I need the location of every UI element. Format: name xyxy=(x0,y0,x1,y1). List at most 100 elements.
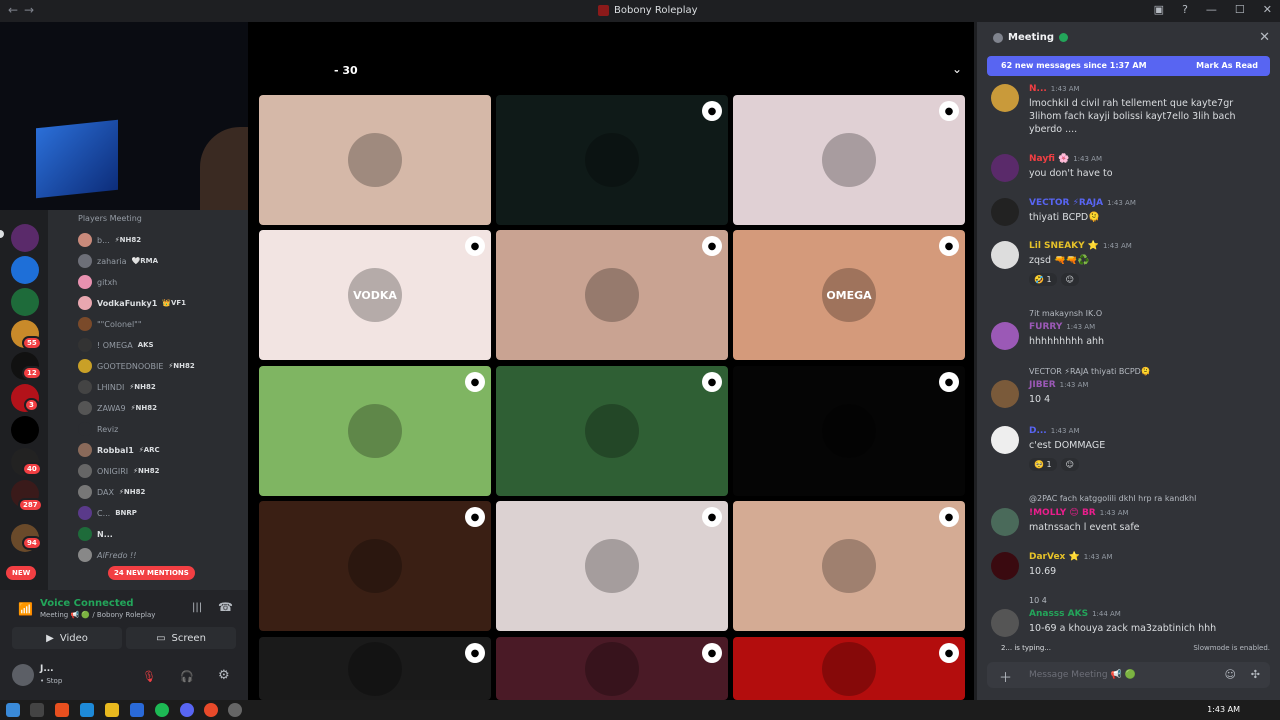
apps-icon[interactable]: ✣ xyxy=(1251,668,1260,681)
video-button[interactable]: ▶ Video xyxy=(12,627,122,649)
screen-icon: ▭ xyxy=(156,632,166,644)
participant-tile[interactable] xyxy=(259,95,491,225)
minimize-icon[interactable]: — xyxy=(1206,3,1217,16)
participant-tile[interactable]: ● VODKA xyxy=(259,230,491,360)
reply-preview[interactable]: VECTOR ⚡RAJA thiyati BCPD🫠 xyxy=(1029,367,1151,376)
voice-user[interactable]: ZAWA9 ⚡NH82 xyxy=(78,398,157,418)
new-mentions-pill[interactable]: 24 NEW MENTIONS xyxy=(108,566,195,580)
participant-tile[interactable]: ● xyxy=(733,501,965,631)
plus-icon[interactable]: ＋ xyxy=(999,667,1012,686)
camera-off-icon: ● xyxy=(702,372,722,392)
avatar[interactable] xyxy=(991,154,1019,182)
avatar[interactable] xyxy=(991,84,1019,112)
voice-channel-header[interactable]: Players Meeting xyxy=(78,214,142,223)
avatar[interactable] xyxy=(991,322,1019,350)
camera-off-icon: ● xyxy=(939,236,959,256)
avatar[interactable] xyxy=(991,609,1019,637)
server-icon[interactable] xyxy=(11,416,39,444)
app-icon[interactable] xyxy=(130,703,144,717)
inbox-icon[interactable]: ▣ xyxy=(1154,3,1164,16)
search-icon[interactable] xyxy=(30,703,44,717)
mark-as-read-button[interactable]: Mark As Read xyxy=(1196,61,1258,70)
spotify-icon[interactable] xyxy=(155,703,169,717)
voice-user[interactable]: LHINDI ⚡NH82 xyxy=(78,377,156,397)
avatar[interactable] xyxy=(991,380,1019,408)
voice-user[interactable]: VodkaFunky1 👑VF1 xyxy=(78,293,186,313)
message-input[interactable]: ＋ Message Meeting 📢 🟢 ☺ ✣ xyxy=(987,662,1270,688)
voice-user[interactable]: ""Colonel"" xyxy=(78,314,147,334)
chrome-icon[interactable] xyxy=(204,703,218,717)
reaction[interactable]: 🥺 1 xyxy=(1029,458,1057,471)
headphones-icon[interactable]: 🎧 xyxy=(180,670,194,683)
participant-tile[interactable]: ● OMEGA xyxy=(733,230,965,360)
avatar[interactable] xyxy=(991,241,1019,269)
voice-user[interactable]: zaharia 🤍RMA xyxy=(78,251,158,271)
reply-preview[interactable]: 7it makaynsh IK.O xyxy=(1029,309,1102,318)
voice-user[interactable]: N... xyxy=(78,524,118,544)
participant-tile[interactable]: ● xyxy=(259,366,491,496)
app-icon[interactable] xyxy=(228,703,242,717)
maximize-icon[interactable]: ☐ xyxy=(1235,3,1245,16)
edge-icon[interactable] xyxy=(80,703,94,717)
avatar[interactable] xyxy=(991,552,1019,580)
server-icon[interactable] xyxy=(11,288,39,316)
avatar xyxy=(78,464,92,478)
voice-user[interactable]: gitxh xyxy=(78,272,122,292)
disconnect-icon[interactable]: ☎ xyxy=(218,600,233,614)
chat-panel: Meeting ✕ 62 new messages since 1:37 AM M… xyxy=(976,22,1280,700)
participant-tile[interactable]: ● xyxy=(496,501,728,631)
avatar[interactable] xyxy=(991,198,1019,226)
new-messages-banner[interactable]: 62 new messages since 1:37 AM Mark As Rea… xyxy=(987,56,1270,76)
voice-user[interactable]: C... BNRP xyxy=(78,503,137,523)
discord-icon[interactable] xyxy=(180,703,194,717)
camera-off-icon: ● xyxy=(939,372,959,392)
camera-off-icon: ● xyxy=(465,236,485,256)
voice-user[interactable]: Reviz xyxy=(78,419,123,439)
voice-user[interactable]: b... ⚡NH82 xyxy=(78,230,141,250)
username[interactable]: J... xyxy=(40,664,54,674)
voice-user[interactable]: GOOTEDNOOBIE ⚡NH82 xyxy=(78,356,195,376)
unread-badge: 40 xyxy=(22,462,42,476)
avatar[interactable] xyxy=(991,426,1019,454)
start-icon[interactable] xyxy=(6,703,20,717)
avatar[interactable] xyxy=(12,664,34,686)
chevron-down-icon[interactable]: ⌄ xyxy=(952,62,962,76)
reaction[interactable]: 🤣 1 xyxy=(1029,273,1057,286)
participant-tile[interactable]: ● xyxy=(259,501,491,631)
explorer-icon[interactable] xyxy=(105,703,119,717)
participant-tile[interactable]: ● xyxy=(496,230,728,360)
add-reaction-icon[interactable]: ☺ xyxy=(1060,273,1079,286)
emoji-icon[interactable]: ☺ xyxy=(1225,668,1236,681)
participant-tile[interactable]: ● xyxy=(496,366,728,496)
voice-user[interactable]: DAX ⚡NH82 xyxy=(78,482,145,502)
screen-share-button[interactable]: ▭ Screen xyxy=(126,627,236,649)
voice-user[interactable]: ONIGIRI ⚡NH82 xyxy=(78,461,160,481)
window-controls[interactable]: ▣? — ☐ ✕ xyxy=(1154,3,1272,16)
participant-tile[interactable]: ● xyxy=(496,95,728,225)
voice-user[interactable]: Robbal1 ⚡ARC xyxy=(78,440,160,460)
server-icon[interactable] xyxy=(11,256,39,284)
avatar[interactable] xyxy=(991,508,1019,536)
add-reaction-icon[interactable]: ☺ xyxy=(1060,458,1079,471)
participant-tile[interactable]: ● xyxy=(733,366,965,496)
voice-channel-link[interactable]: Meeting 📢 🟢 / Bobony Roleplay xyxy=(40,611,155,619)
reply-preview[interactable]: 10 4 xyxy=(1029,596,1047,605)
participant-tile[interactable]: ● xyxy=(733,637,965,700)
participant-tile[interactable]: ● xyxy=(496,637,728,700)
soundboard-icon[interactable]: ||| xyxy=(192,602,202,613)
participant-tile[interactable]: ● xyxy=(259,637,491,700)
app-icon[interactable] xyxy=(55,703,69,717)
voice-connected-label[interactable]: Voice Connected xyxy=(40,598,134,609)
mute-icon[interactable]: 🎙 xyxy=(142,670,156,683)
close-icon[interactable]: ✕ xyxy=(1259,30,1270,45)
nav-arrows[interactable]: ←→ xyxy=(8,3,40,17)
voice-user[interactable]: ! OMEGA AKS xyxy=(78,335,154,355)
server-icon[interactable] xyxy=(11,224,39,252)
voice-user[interactable]: AlFredo !! xyxy=(78,545,141,565)
participant-tile[interactable]: ● xyxy=(733,95,965,225)
new-unreads-pill[interactable]: NEW xyxy=(6,566,37,580)
reply-preview[interactable]: @2PAC fach katggolili dkhl hrp ra kandkh… xyxy=(1029,494,1196,503)
settings-icon[interactable]: ⚙ xyxy=(218,668,230,683)
help-icon[interactable]: ? xyxy=(1182,3,1188,16)
close-icon[interactable]: ✕ xyxy=(1263,3,1272,16)
